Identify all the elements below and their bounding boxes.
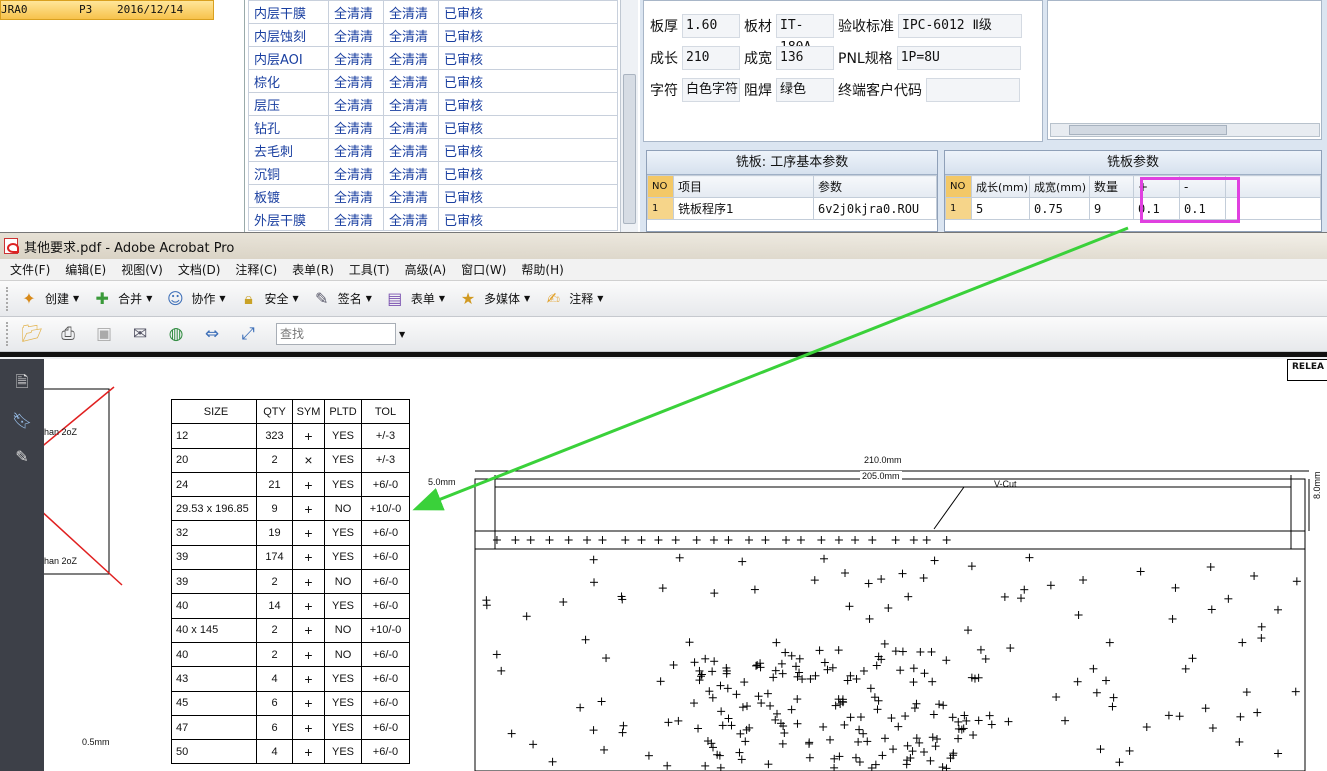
- annotation-overlay: [412, 226, 1129, 511]
- green-arrow: [412, 226, 1129, 511]
